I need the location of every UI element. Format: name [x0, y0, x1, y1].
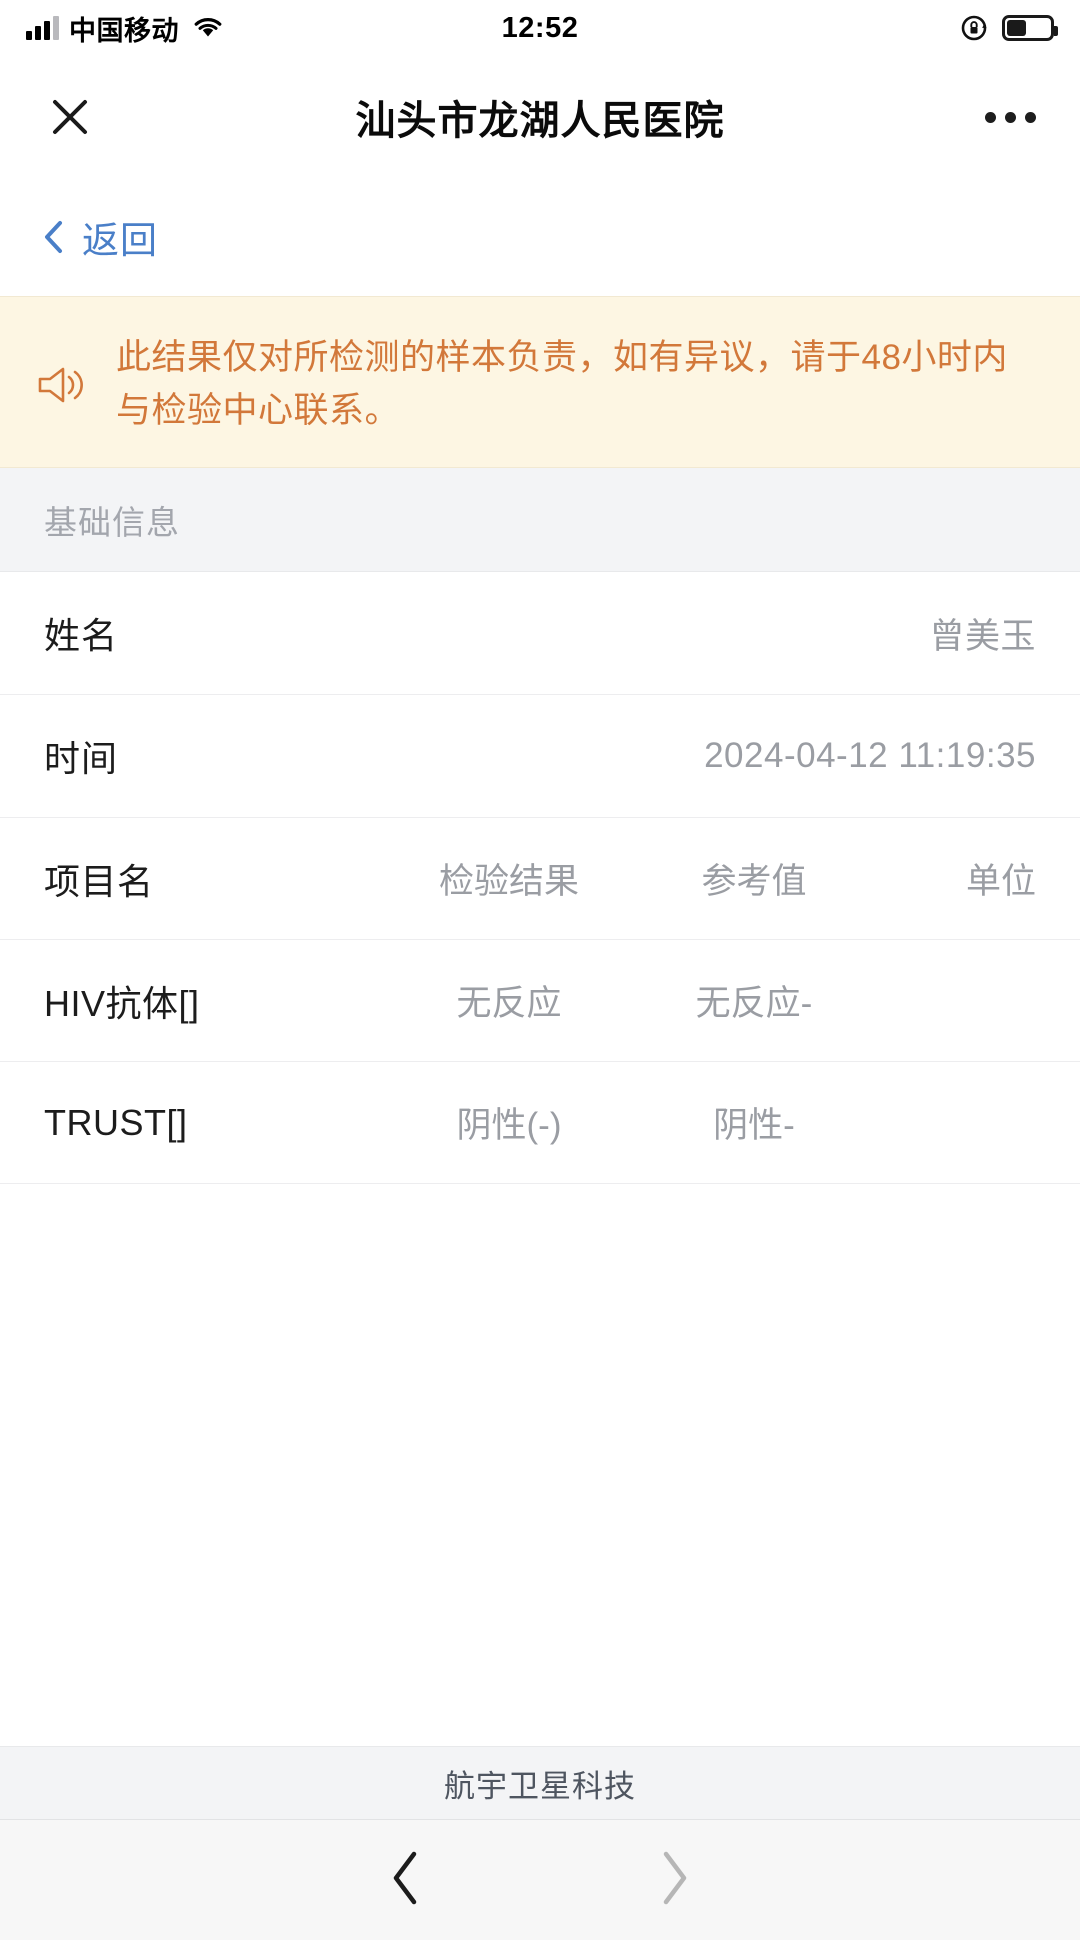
wifi-icon	[193, 16, 223, 40]
info-row-name: 姓名 曾美玉	[0, 572, 1080, 696]
status-bar-right	[960, 13, 1058, 43]
close-icon[interactable]	[44, 91, 96, 143]
info-row-time: 时间 2024-04-12 11:19:35	[0, 695, 1080, 819]
table-row: TRUST[] 阴性(-) 阴性-	[0, 1062, 1080, 1185]
back-button[interactable]: 返回	[42, 210, 158, 264]
browser-bottom-nav	[0, 1820, 1080, 1940]
app-navbar: 汕头市龙湖人民医院	[0, 56, 1080, 178]
result-value: 阴性(-)	[456, 1106, 562, 1146]
status-bar-left: 中国移动	[26, 9, 223, 48]
notice-banner: 此结果仅对所检测的样本负责，如有异议，请于48小时内与检验中心联系。	[0, 296, 1080, 469]
info-label: 时间	[44, 738, 119, 780]
column-header-item: 项目名	[44, 860, 154, 902]
info-label: 姓名	[44, 615, 119, 657]
footer-brand: 航宇卫星科技	[0, 1746, 1080, 1821]
result-item-name: HIV抗体[]	[44, 982, 200, 1024]
result-reference: 无反应-	[695, 984, 813, 1024]
column-header-unit: 单位	[965, 862, 1036, 902]
table-row: HIV抗体[] 无反应 无反应-	[0, 940, 1080, 1063]
battery-icon	[1002, 15, 1058, 41]
content-filler	[0, 1184, 1080, 1747]
page-title: 汕头市龙湖人民医院	[355, 99, 725, 143]
result-reference: 阴性-	[713, 1106, 795, 1146]
column-header-result: 检验结果	[438, 862, 579, 902]
column-header-reference: 参考值	[701, 862, 807, 902]
result-item-name: TRUST[]	[44, 1101, 188, 1143]
back-row: 返回	[0, 178, 1080, 296]
result-value: 无反应	[456, 984, 562, 1024]
carrier-label: 中国移动	[69, 15, 179, 46]
rotation-lock-icon	[960, 13, 990, 43]
chevron-left-icon	[42, 219, 64, 255]
nav-back-button[interactable]	[365, 1840, 445, 1920]
nav-forward-button[interactable]	[635, 1840, 715, 1920]
info-value: 曾美玉	[929, 616, 1036, 656]
results-table-header: 项目名 检验结果 参考值 单位	[0, 818, 1080, 941]
speaker-announcement-icon	[34, 323, 94, 414]
section-header-basic-info: 基础信息	[0, 468, 1080, 573]
chevron-left-icon	[385, 1848, 425, 1913]
back-label: 返回	[82, 220, 158, 261]
status-bar: 中国移动 12:52	[0, 0, 1080, 56]
signal-bars-icon	[26, 16, 59, 40]
chevron-right-icon	[655, 1848, 695, 1913]
more-options-icon[interactable]	[985, 111, 1036, 123]
notice-text: 此结果仅对所检测的样本负责，如有异议，请于48小时内与检验中心联系。	[116, 338, 1008, 431]
info-value: 2024-04-12 11:19:35	[704, 736, 1036, 776]
